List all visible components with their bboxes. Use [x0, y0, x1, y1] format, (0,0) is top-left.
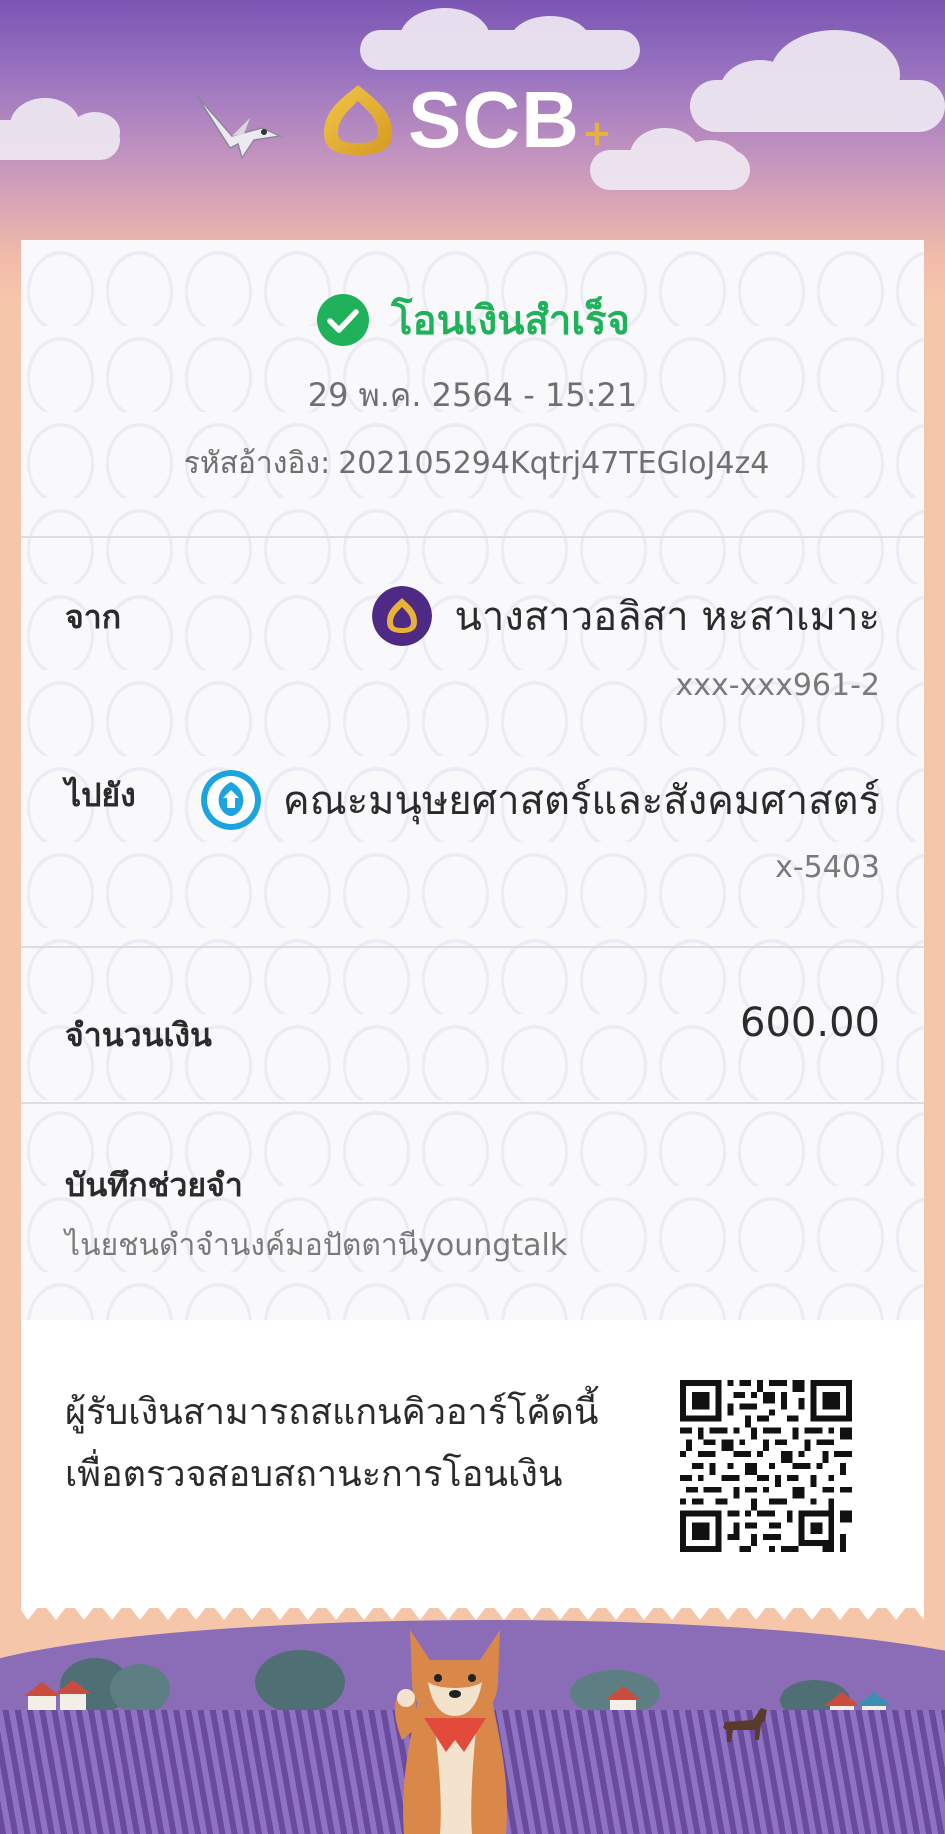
- shiba-dog-icon: [394, 1630, 507, 1834]
- cloud: [690, 30, 945, 132]
- house-roof: [605, 1686, 641, 1700]
- from-account-number: xxx-xxx961-2: [675, 668, 880, 703]
- divider: [21, 946, 924, 948]
- amount-label: จำนวนเงิน: [65, 1016, 212, 1054]
- cloud: [360, 8, 640, 70]
- memo-text: ไนยชนดำจำนงค์มอปัตตานีyoungtalk: [65, 1228, 568, 1263]
- check-circle-icon: [317, 294, 370, 346]
- status-row: โอนเงินสำเร็จ: [21, 288, 924, 352]
- to-account-number: x-5403: [775, 850, 880, 885]
- bird-icon: [196, 95, 282, 160]
- receipt-torn-edge: [21, 1596, 924, 1620]
- qr-instructions-line2: เพื่อตรวจสอบสถานะการโอนเงิน: [65, 1454, 563, 1495]
- tree: [255, 1650, 345, 1714]
- house-roof: [55, 1680, 91, 1694]
- qr-code-icon[interactable]: [680, 1380, 852, 1552]
- house-roof: [856, 1692, 892, 1706]
- house-roof: [824, 1692, 860, 1706]
- reference-label: รหัสอ้างอิง:: [183, 446, 331, 481]
- horse-icon: [723, 1708, 767, 1742]
- from-label: จาก: [65, 598, 122, 636]
- memo-label: บันทึกช่วยจำ: [65, 1166, 243, 1204]
- status-text: โอนเงินสำเร็จ: [391, 298, 630, 344]
- cloud: [590, 128, 750, 190]
- scb-bank-icon: [372, 586, 433, 646]
- to-label: ไปยัง: [65, 776, 136, 814]
- from-name: นางสาวอลิสา หะสาเมาะ: [454, 594, 880, 640]
- scb-logo-mark-icon: [324, 85, 392, 155]
- scb-logo: SCB +: [322, 80, 612, 160]
- amount-value: 600.00: [740, 1000, 880, 1046]
- to-account-row: คณะมนุษยศาสตร์และสังคมศาสตร์: [200, 768, 880, 832]
- reference-number: รหัสอ้างอิง: 202105294Kqtrj47TEGloJ4z4: [21, 440, 924, 487]
- transaction-datetime: 29 พ.ค. 2564 - 15:21: [307, 376, 638, 414]
- qr-instructions: ผู้รับเงินสามารถสแกนคิวอาร์โค้ดนี้ เพื่อ…: [65, 1382, 599, 1506]
- tree: [110, 1664, 170, 1714]
- divider: [21, 536, 924, 538]
- ktb-bank-icon: [200, 770, 261, 830]
- from-account-row: นางสาวอลิสา หะสาเมาะ: [372, 584, 880, 648]
- receipt-card: โอนเงินสำเร็จ 29 พ.ค. 2564 - 15:21 รหัสอ…: [21, 240, 924, 1608]
- qr-instructions-line1: ผู้รับเงินสามารถสแกนคิวอาร์โค้ดนี้: [65, 1392, 599, 1433]
- house: [60, 1692, 86, 1712]
- brand-plus: +: [581, 113, 613, 154]
- reference-value: 202105294Kqtrj47TEGloJ4z4: [338, 446, 770, 481]
- qr-code-graphic: [680, 1380, 852, 1552]
- divider: [21, 1102, 924, 1104]
- footer-landscape: [0, 1620, 945, 1834]
- to-name: คณะมนุษยศาสตร์และสังคมศาสตร์: [282, 778, 880, 824]
- brand-name: SCB: [408, 75, 580, 164]
- cloud: [0, 98, 120, 160]
